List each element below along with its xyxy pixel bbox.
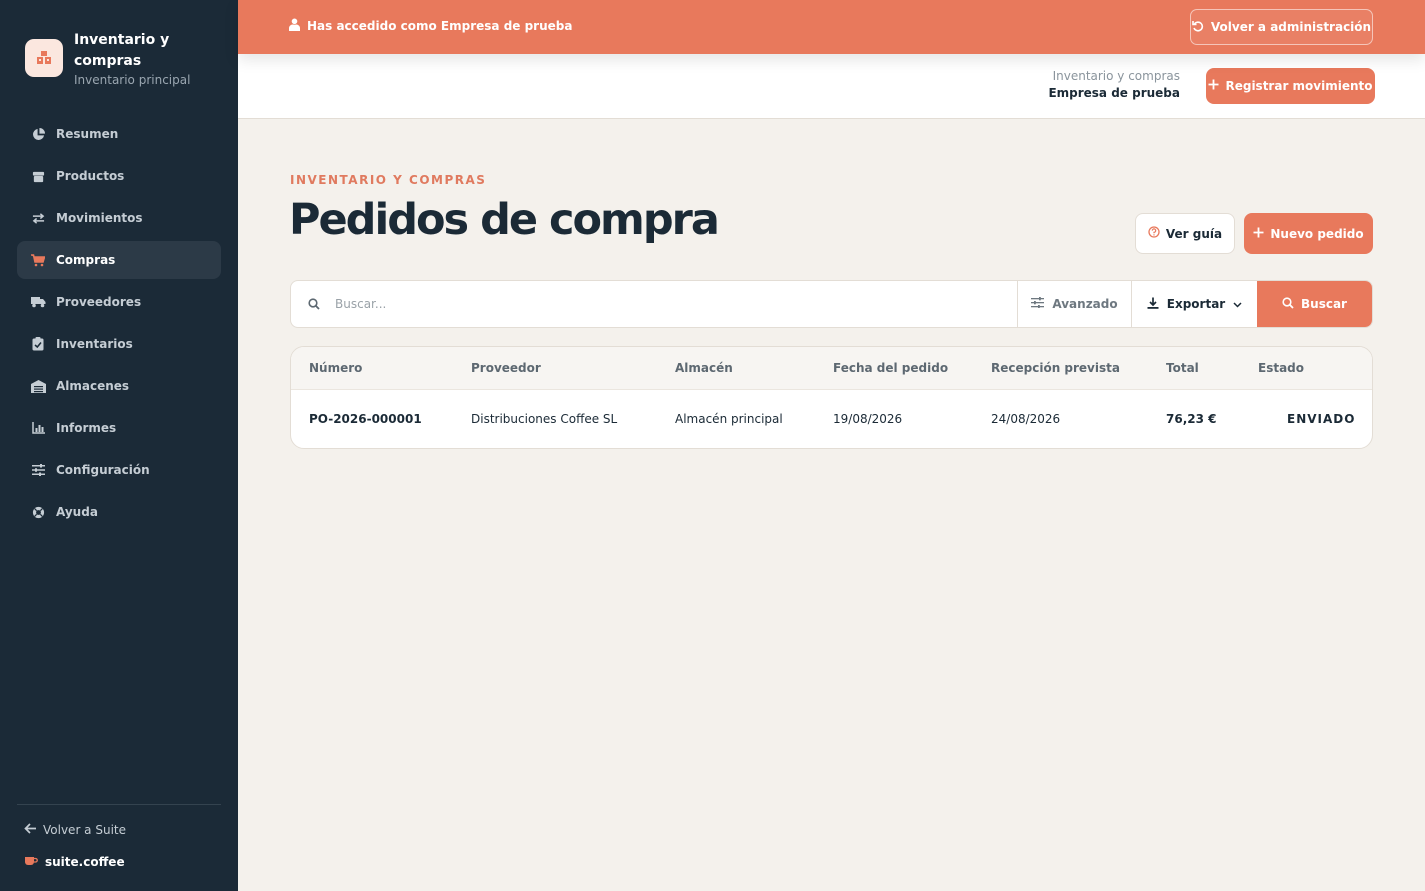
app-subtitle: Inventario principal	[74, 73, 191, 87]
sidebar-item-productos[interactable]: Productos	[17, 157, 221, 195]
user-icon	[289, 18, 300, 34]
sidebar-item-label: Compras	[56, 253, 116, 267]
breadcrumb-company: Empresa de prueba	[1048, 86, 1180, 100]
sidebar-item-configuracion[interactable]: Configuración	[17, 451, 221, 489]
sidebar-item-label: Ayuda	[56, 505, 98, 519]
plus-icon	[1253, 227, 1264, 241]
undo-icon	[1192, 20, 1204, 35]
sidebar-item-label: Almacenes	[56, 379, 130, 393]
cart-icon	[30, 252, 46, 268]
sidebar-item-label: Productos	[56, 169, 125, 183]
search-input[interactable]	[335, 297, 935, 311]
order-date: 19/08/2026	[833, 412, 903, 426]
sidebar-item-ayuda[interactable]: Ayuda	[17, 493, 221, 531]
advanced-filter-label: Avanzado	[1052, 297, 1118, 311]
column-header-estado[interactable]: Estado	[1258, 347, 1304, 389]
register-movement-button[interactable]: Registrar movimiento	[1206, 68, 1375, 104]
table-row[interactable]: PO-2026-000001 Distribuciones Coffee SL …	[291, 390, 1372, 448]
chevron-down-icon	[1233, 297, 1242, 311]
bar-chart-icon	[30, 420, 46, 436]
coffee-cup-icon	[24, 855, 38, 869]
column-header-numero[interactable]: Número	[309, 347, 362, 389]
breadcrumb-module: Inventario y compras	[1052, 69, 1180, 83]
download-icon	[1147, 297, 1159, 312]
back-to-suite-link[interactable]: Volver a Suite	[24, 823, 126, 837]
sidebar-item-label: Proveedores	[56, 295, 142, 309]
sidebar-item-almacenes[interactable]: Almacenes	[17, 367, 221, 405]
search-button-label: Buscar	[1301, 297, 1347, 311]
sidebar-item-proveedores[interactable]: Proveedores	[17, 283, 221, 321]
app-brand[interactable]: Inventario y compras Inventario principa…	[25, 30, 190, 87]
column-header-almacen[interactable]: Almacén	[675, 347, 733, 389]
search-button[interactable]: Buscar	[1257, 281, 1372, 327]
search-field	[291, 281, 1018, 327]
sidebar-item-compras[interactable]: Compras	[17, 241, 221, 279]
back-to-admin-button[interactable]: Volver a administración	[1190, 9, 1373, 45]
export-label: Exportar	[1166, 297, 1226, 311]
page-eyebrow: INVENTARIO Y COMPRAS	[290, 173, 487, 187]
sliders-icon	[1031, 297, 1045, 311]
search-bar: Avanzado Exportar Buscar	[290, 280, 1373, 328]
truck-icon	[30, 294, 46, 310]
sidebar-item-informes[interactable]: Informes	[17, 409, 221, 447]
sidebar-item-label: Resumen	[56, 127, 119, 141]
sliders-icon	[30, 462, 46, 478]
column-header-total[interactable]: Total	[1166, 347, 1199, 389]
new-order-label: Nuevo pedido	[1270, 226, 1364, 241]
table-header: Número Proveedor Almacén Fecha del pedid…	[291, 347, 1372, 390]
order-total: 76,23 €	[1166, 412, 1217, 426]
sidebar-item-label: Movimientos	[56, 211, 143, 225]
sidebar-item-label: Configuración	[56, 463, 150, 477]
column-header-recepcion[interactable]: Recepción prevista	[991, 347, 1120, 389]
view-guide-button[interactable]: Ver guía	[1135, 213, 1235, 254]
column-header-fecha[interactable]: Fecha del pedido	[833, 347, 948, 389]
search-icon	[308, 295, 320, 314]
plus-icon	[1208, 79, 1219, 93]
suite-brand: suite.coffee	[24, 855, 125, 869]
sidebar-item-label: Informes	[56, 421, 117, 435]
export-dropdown[interactable]: Exportar	[1132, 281, 1257, 327]
sidebar: Inventario y compras Inventario principa…	[0, 0, 238, 891]
view-guide-label: Ver guía	[1165, 226, 1223, 241]
advanced-filter-button[interactable]: Avanzado	[1018, 281, 1132, 327]
back-to-admin-label: Volver a administración	[1210, 20, 1372, 34]
page-header: Inventario y compras Empresa de prueba R…	[238, 54, 1425, 119]
help-circle-icon	[1148, 226, 1160, 241]
warehouse-icon	[30, 378, 46, 394]
order-expected-date: 24/08/2026	[991, 412, 1061, 426]
clipboard-check-icon	[30, 336, 46, 352]
status-badge: ENVIADO	[1287, 412, 1356, 426]
breadcrumb: Inventario y compras Empresa de prueba	[1048, 69, 1180, 100]
box-icon	[30, 168, 46, 184]
purchase-orders-table: Número Proveedor Almacén Fecha del pedid…	[290, 346, 1373, 449]
sidebar-item-movimientos[interactable]: Movimientos	[17, 199, 221, 237]
boxes-logo-icon	[25, 39, 63, 77]
back-to-suite-label: Volver a Suite	[43, 823, 126, 837]
new-order-button[interactable]: Nuevo pedido	[1244, 213, 1373, 254]
sidebar-item-inventarios[interactable]: Inventarios	[17, 325, 221, 363]
banner-message: Has accedido como Empresa de prueba	[289, 18, 572, 34]
order-supplier: Distribuciones Coffee SL	[471, 412, 618, 426]
lifebuoy-icon	[30, 504, 46, 520]
column-header-proveedor[interactable]: Proveedor	[471, 347, 541, 389]
suite-brand-label: suite.coffee	[45, 855, 125, 869]
app-title: Inventario y compras	[74, 32, 170, 69]
sidebar-divider	[17, 804, 221, 805]
page-title: Pedidos de compra	[289, 195, 720, 245]
impersonation-banner: Has accedido como Empresa de prueba Volv…	[238, 0, 1425, 54]
search-icon	[1282, 296, 1294, 312]
banner-message-text: Has accedido como Empresa de prueba	[307, 19, 573, 33]
order-warehouse: Almacén principal	[675, 412, 783, 426]
order-number[interactable]: PO-2026-000001	[309, 390, 422, 448]
sidebar-nav: Resumen Productos Movimientos Compras Pr…	[17, 115, 221, 535]
arrows-exchange-icon	[30, 210, 46, 226]
register-movement-label: Registrar movimiento	[1225, 79, 1373, 93]
sidebar-item-label: Inventarios	[56, 337, 133, 351]
arrow-left-icon	[24, 823, 37, 837]
pie-chart-icon	[30, 126, 46, 142]
sidebar-item-resumen[interactable]: Resumen	[17, 115, 221, 153]
